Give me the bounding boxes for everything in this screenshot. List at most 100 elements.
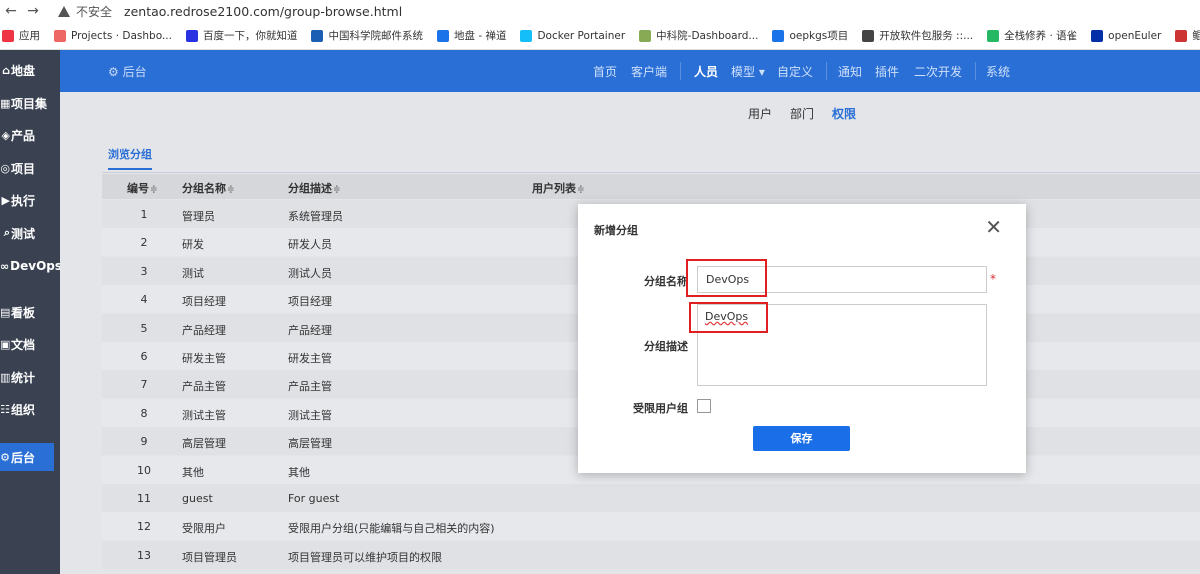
bookmark-item[interactable]: 中国科学院邮件系统 bbox=[311, 28, 423, 43]
bookmark-item[interactable]: oepkgs项目 bbox=[772, 28, 848, 43]
bookmark-icon bbox=[862, 29, 875, 42]
sidebar-item[interactable]: ▥ 统计 bbox=[0, 363, 60, 391]
sidebar-item[interactable]: ∞ DevOps bbox=[0, 252, 62, 280]
sidebar-item[interactable]: ▣ 文档 bbox=[0, 330, 60, 358]
cell-desc: 受限用户分组(只能编辑与自己相关的内容) bbox=[288, 522, 495, 536]
bookmark-item[interactable]: Docker Portainer bbox=[520, 29, 626, 42]
bookmark-item[interactable]: 百度一下，你就知道 bbox=[185, 28, 297, 43]
bookmark-item[interactable]: 应用 bbox=[2, 28, 40, 43]
bookmark-label: 地盘 - 禅道 bbox=[453, 30, 507, 42]
topnav-item[interactable]: 模型 ▾ bbox=[731, 63, 765, 80]
sidebar-item[interactable]: ⌂ 地盘 bbox=[0, 56, 60, 84]
sidebar-item[interactable]: ▦ 项目集 bbox=[0, 89, 60, 117]
insecure-label: 不安全 bbox=[76, 4, 113, 19]
dialog-title: 新增分组 bbox=[594, 224, 638, 237]
back-icon[interactable]: ← bbox=[0, 3, 22, 19]
topnav-separator bbox=[826, 62, 827, 80]
subnav-item[interactable]: 用户 bbox=[748, 105, 772, 122]
bookmark-item[interactable]: Projects · Dashbo... bbox=[54, 29, 172, 42]
cell-desc: 产品经理 bbox=[288, 323, 332, 337]
bookmark-label: oepkgs项目 bbox=[789, 30, 849, 42]
cell-desc: For guest bbox=[288, 492, 340, 505]
security-indicator[interactable]: 不安全 bbox=[58, 3, 112, 20]
column-header[interactable]: 编号≑ bbox=[127, 180, 158, 196]
topnav-item[interactable]: 首页 bbox=[593, 63, 617, 80]
sidebar-item[interactable]: ⚙ 后台 bbox=[0, 443, 54, 471]
admin-home-link[interactable]: ⚙ 后台 bbox=[108, 63, 147, 80]
sidebar-item-label: 执行 bbox=[11, 193, 36, 208]
cell-id: 13 bbox=[137, 548, 151, 562]
subnav-item[interactable]: 部门 bbox=[790, 105, 814, 122]
sidebar-item-label: 文档 bbox=[11, 337, 36, 352]
topnav-item[interactable]: 通知 bbox=[838, 63, 862, 80]
cell-id: 4 bbox=[140, 293, 148, 307]
table-row[interactable]: 11 guest For guest bbox=[102, 484, 1200, 512]
forward-icon[interactable]: → bbox=[22, 3, 44, 19]
sidebar-item[interactable]: ▤ 看板 bbox=[0, 298, 60, 326]
address-bar[interactable]: zentao.redrose2100.com/group-browse.html bbox=[124, 4, 402, 19]
cell-id: 3 bbox=[140, 264, 148, 278]
sidebar-item-icon: ⚙ bbox=[0, 450, 10, 464]
cell-id: 9 bbox=[140, 435, 148, 449]
bookmark-item[interactable]: openEuler bbox=[1091, 29, 1162, 42]
bookmark-label: openEuler bbox=[1108, 29, 1162, 42]
cell-name: 高层管理 bbox=[182, 437, 226, 451]
sidebar-item-icon: ▦ bbox=[0, 96, 11, 110]
sidebar-item[interactable]: ☷ 组织 bbox=[0, 395, 60, 423]
cell-id: 5 bbox=[140, 321, 148, 335]
table-row[interactable]: 13 项目管理员 项目管理员可以维护项目的权限 bbox=[102, 540, 1200, 569]
bookmark-label: Docker Portainer bbox=[537, 29, 626, 42]
sidebar-item[interactable]: ◈ 产品 bbox=[0, 121, 60, 149]
bookmark-item[interactable]: 全栈修养 · 语雀 bbox=[987, 28, 1077, 43]
bookmark-icon bbox=[1091, 29, 1104, 42]
cell-name: guest bbox=[182, 492, 213, 505]
cell-name: 测试主管 bbox=[182, 408, 226, 422]
bookmark-icon bbox=[185, 29, 198, 42]
sidebar-item[interactable]: ▶ 执行 bbox=[0, 186, 60, 214]
sidebar-item-label: 统计 bbox=[11, 370, 36, 385]
sort-icon: ≑ bbox=[227, 185, 235, 195]
column-header[interactable]: 用户列表≑ bbox=[532, 180, 585, 196]
divider bbox=[102, 172, 1200, 173]
column-header[interactable]: 分组名称≑ bbox=[182, 180, 235, 196]
limited-group-checkbox[interactable] bbox=[697, 399, 711, 413]
save-button[interactable]: 保存 bbox=[753, 426, 850, 451]
column-header-label: 分组描述 bbox=[288, 182, 332, 195]
topnav-item[interactable]: 客户端 bbox=[631, 63, 667, 80]
bookmark-item[interactable]: 地盘 - 禅道 bbox=[436, 28, 507, 43]
subnav-item[interactable]: 权限 bbox=[832, 105, 856, 122]
sidebar-item-label: 测试 bbox=[11, 226, 36, 241]
tab-browse-groups[interactable]: 浏览分组 bbox=[108, 146, 152, 170]
cell-name: 管理员 bbox=[182, 210, 215, 223]
bookmark-label: 应用 bbox=[19, 30, 40, 42]
bookmark-icon bbox=[520, 29, 533, 42]
topnav-item[interactable]: 自定义 bbox=[777, 63, 813, 80]
sidebar-item-label: 项目 bbox=[11, 161, 36, 176]
table-row[interactable]: 12 受限用户 受限用户分组(只能编辑与自己相关的内容) bbox=[102, 512, 1200, 541]
bookmark-icon bbox=[1175, 29, 1188, 42]
topnav-item[interactable]: 系统 bbox=[986, 63, 1010, 80]
warning-icon bbox=[58, 5, 70, 17]
close-icon[interactable]: ✕ bbox=[985, 215, 1002, 239]
bookmark-item[interactable]: 开放软件包服务 ::... bbox=[862, 28, 973, 43]
cell-name: 产品经理 bbox=[182, 323, 226, 337]
required-mark: * bbox=[990, 272, 996, 286]
sidebar-item-icon: ∞ bbox=[0, 259, 10, 273]
sidebar-item-label: 地盘 bbox=[11, 63, 36, 78]
cell-id: 10 bbox=[137, 463, 151, 477]
topnav-item[interactable]: 插件 bbox=[875, 63, 899, 80]
cell-desc: 研发主管 bbox=[288, 352, 332, 365]
topnav-item[interactable]: 二次开发 bbox=[914, 63, 962, 80]
column-header[interactable]: 分组描述≑ bbox=[288, 180, 341, 196]
cell-name: 受限用户 bbox=[182, 522, 226, 536]
sidebar-item[interactable]: ◎ 项目 bbox=[0, 154, 60, 182]
bookmark-item[interactable]: 鲲鹏社区 bbox=[1175, 28, 1200, 43]
bookmark-item[interactable]: 中科院-Dashboard... bbox=[639, 28, 758, 43]
bookmark-icon bbox=[54, 29, 66, 42]
cell-desc: 产品主管 bbox=[288, 380, 332, 394]
sidebar-item[interactable]: ⌕ 测试 bbox=[0, 219, 60, 247]
topnav-item[interactable]: 人员 bbox=[694, 63, 718, 80]
cell-desc: 高层管理 bbox=[288, 437, 332, 451]
add-group-dialog: 新增分组 ✕ 分组名称 DevOps * 分组描述 DevOps 受限用户组 保… bbox=[578, 204, 1026, 473]
bookmark-icon bbox=[436, 29, 449, 42]
